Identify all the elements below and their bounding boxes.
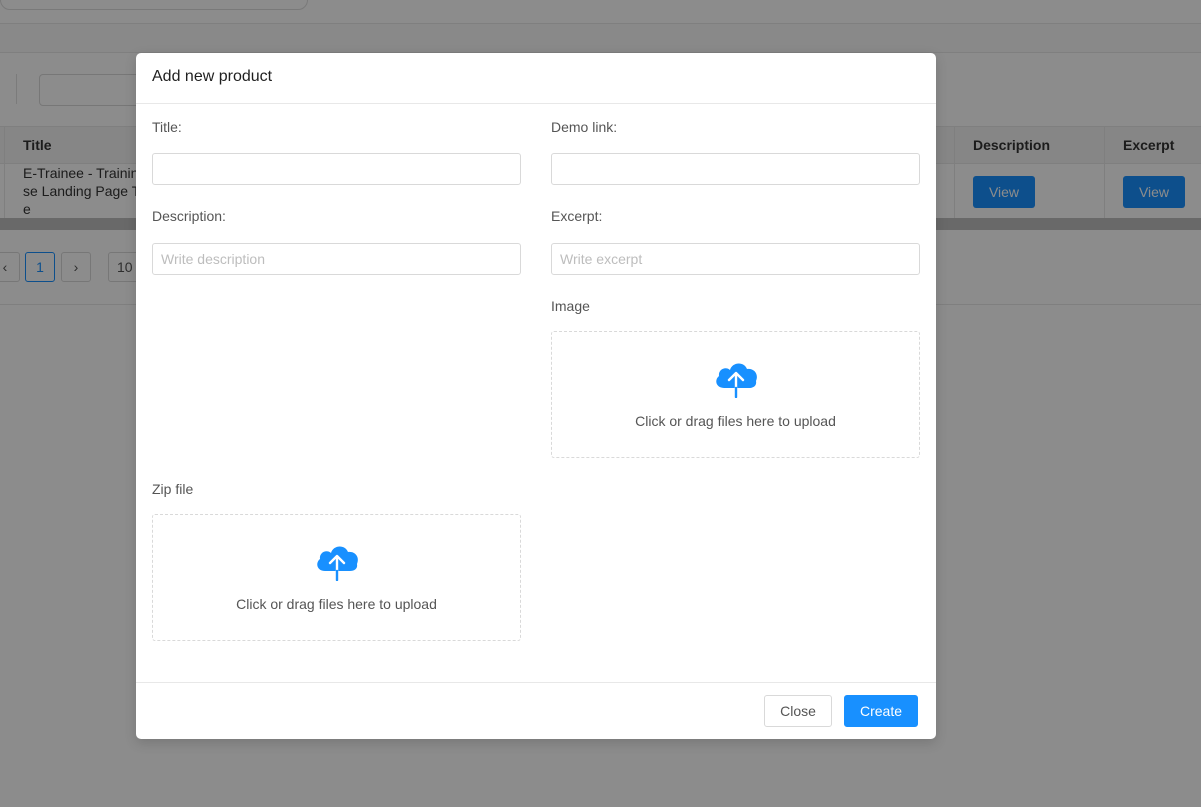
zip-upload-text: Click or drag files here to upload — [236, 596, 437, 612]
zip-file-label: Zip file — [152, 481, 194, 497]
cloud-upload-icon — [715, 363, 757, 398]
modal-title: Add new product — [152, 68, 273, 85]
excerpt-input[interactable] — [551, 243, 920, 275]
close-button[interactable]: Close — [764, 695, 832, 727]
image-upload-dropzone[interactable]: Click or drag files here to upload — [551, 331, 920, 458]
demo-link-label: Demo link: — [551, 119, 618, 135]
title-input[interactable] — [152, 153, 521, 185]
modal-footer: Close Create — [136, 682, 936, 740]
description-label: Description: — [152, 208, 226, 224]
modal-header: Add new product — [136, 53, 936, 104]
image-label: Image — [551, 298, 590, 314]
demo-link-input[interactable] — [551, 153, 920, 185]
excerpt-label: Excerpt: — [551, 208, 603, 224]
create-button[interactable]: Create — [844, 695, 918, 727]
cloud-upload-icon — [316, 546, 358, 581]
title-label: Title: — [152, 119, 182, 135]
add-product-modal: Add new product Title: Demo link: Descri… — [136, 53, 936, 739]
zip-upload-dropzone[interactable]: Click or drag files here to upload — [152, 514, 521, 641]
description-input[interactable] — [152, 243, 521, 275]
image-upload-text: Click or drag files here to upload — [635, 413, 836, 429]
